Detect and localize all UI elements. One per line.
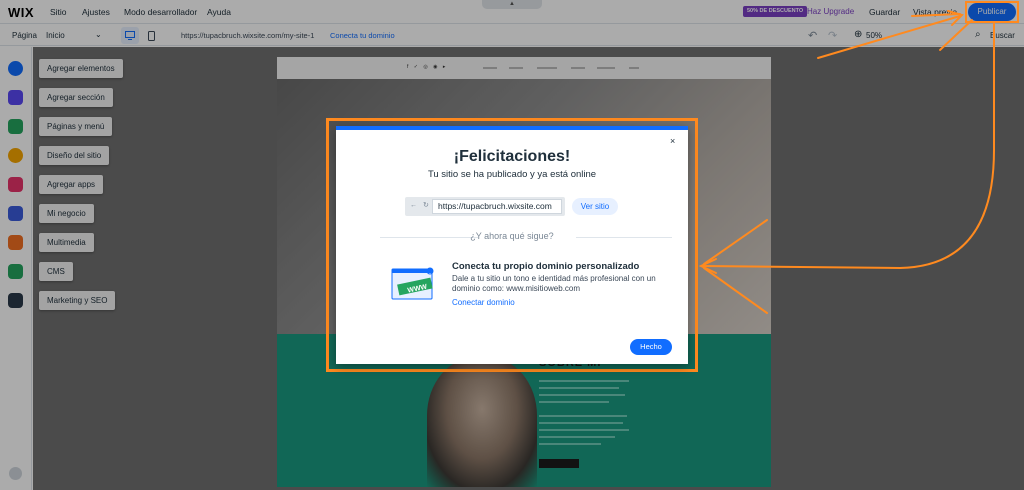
browser-url-bar: ← ↻ https://tupacbruch.wixsite.com [405,197,565,216]
domain-illustration: WWW [391,267,434,300]
publish-highlight-box [965,1,1019,23]
browser-nav-icons: ← ↻ [410,202,431,209]
domain-description: Dale a tu sitio un tono e identidad más … [452,274,656,293]
view-site-button[interactable]: Ver sitio [572,198,618,215]
close-icon[interactable]: × [670,136,675,146]
connect-domain-button[interactable]: Conectar dominio [452,298,515,307]
published-url: https://tupacbruch.wixsite.com [432,199,562,214]
done-button[interactable]: Hecho [630,339,672,355]
divider [576,237,672,238]
whats-next-label: ¿Y ahora qué sigue? [470,231,554,241]
dialog-title: ¡Felicitaciones! [453,148,571,165]
publish-success-dialog: × ¡Felicitaciones! Tu sitio se ha public… [336,126,688,364]
dialog-subtitle: Tu sitio se ha publicado y ya está onlin… [427,169,597,180]
domain-title: Conecta tu propio dominio personalizado [452,261,640,272]
